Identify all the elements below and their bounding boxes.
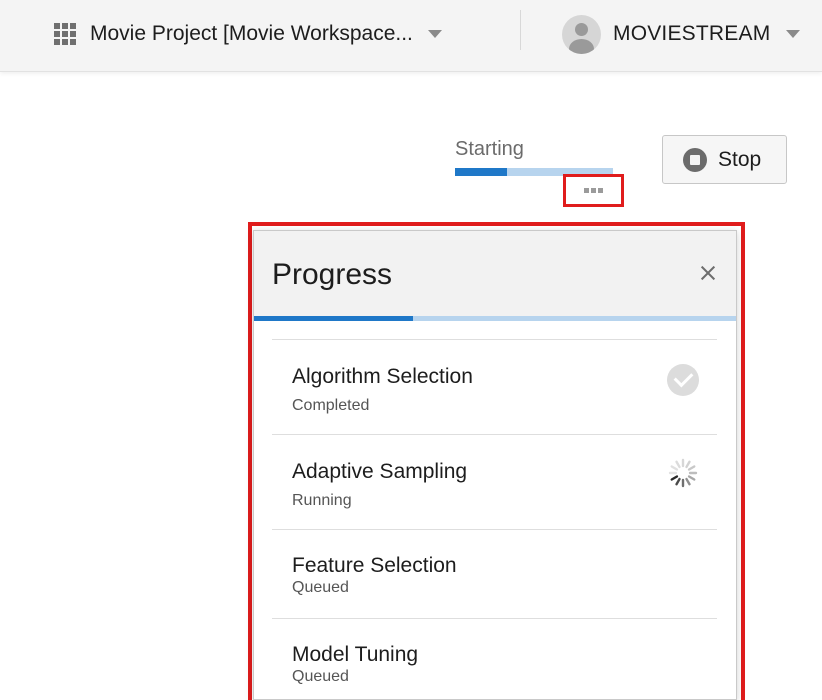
project-label: Movie Project [Movie Workspace... — [90, 22, 413, 45]
stop-button-label: Stop — [718, 147, 762, 171]
run-status: Starting — [455, 138, 615, 176]
popup-progress-bar — [254, 316, 736, 321]
step-list: Algorithm Selection Completed Adaptive S… — [272, 339, 717, 699]
list-item: Adaptive Sampling Running — [272, 435, 717, 530]
run-status-text: Starting — [455, 138, 524, 160]
run-progress-fill — [455, 168, 508, 176]
popup-header: Progress — [254, 231, 736, 317]
step-status: Queued — [292, 579, 349, 596]
step-status: Queued — [292, 668, 349, 685]
close-icon[interactable] — [698, 263, 718, 283]
step-status: Completed — [292, 397, 370, 414]
progress-details-button[interactable] — [563, 174, 624, 207]
list-item: Model Tuning Queued — [272, 619, 717, 699]
chevron-down-icon — [786, 30, 801, 38]
avatar — [562, 14, 601, 54]
top-bar: Movie Project [Movie Workspace... MOVIES… — [0, 0, 822, 72]
apps-grid-icon — [54, 23, 76, 45]
header-divider — [520, 10, 521, 50]
more-dots-icon — [584, 188, 603, 193]
stop-button[interactable]: Stop — [662, 135, 787, 184]
step-name: Model Tuning — [292, 643, 419, 666]
check-circle-icon — [667, 364, 699, 396]
step-name: Adaptive Sampling — [292, 460, 468, 483]
step-name: Feature Selection — [292, 554, 457, 577]
progress-popup: Progress Algorithm Selection Completed A… — [253, 230, 737, 700]
user-name: MOVIESTREAM — [613, 22, 771, 45]
popup-title: Progress — [272, 258, 393, 291]
project-switcher[interactable]: Movie Project [Movie Workspace... — [54, 14, 442, 54]
step-status: Running — [292, 492, 352, 509]
popup-progress-fill — [254, 316, 414, 321]
spinner-icon — [668, 458, 698, 488]
step-name: Algorithm Selection — [292, 365, 473, 388]
stop-icon — [683, 147, 707, 172]
chevron-down-icon — [427, 30, 442, 38]
list-item: Algorithm Selection Completed — [272, 340, 717, 435]
user-menu[interactable]: MOVIESTREAM — [562, 14, 801, 54]
list-item: Feature Selection Queued — [272, 530, 717, 619]
